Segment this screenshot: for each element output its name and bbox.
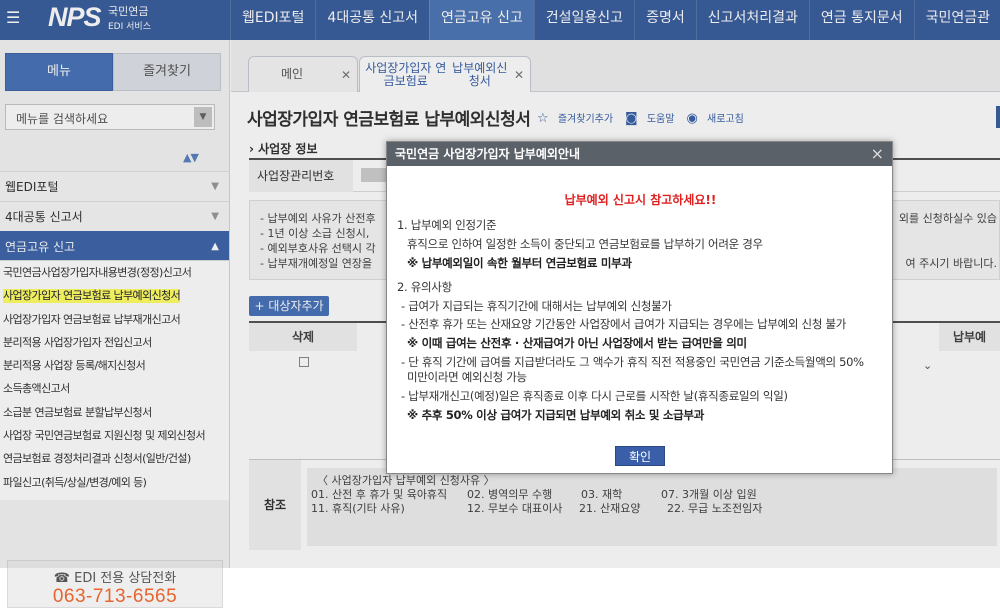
modal-text-bold: ※ 이때 급여는 산전후 · 산재급여가 아닌 사업장에서 받는 급여만을 의미 <box>407 336 747 350</box>
modal-text: - 단 휴직 기간에 급여를 지급받더라도 그 액수가 휴직 직전 적용중인 국… <box>401 355 864 369</box>
confirm-button[interactable]: 확인 <box>615 446 665 466</box>
contact-title: ☎ EDI 전용 상담전화 <box>53 571 177 586</box>
modal-text: 휴직으로 인하여 일정한 소득이 중단되고 연금보험료를 납부하기 어려운 경우 <box>407 237 763 251</box>
modal-text: - 납부재개신고(예정)일은 휴직종료 이후 다시 근로를 시작한 날(휴직종료… <box>401 389 788 403</box>
modal-text-bold: ※ 납부예외일이 속한 월부터 연금보험료 미부과 <box>407 256 632 270</box>
modal-text: - 급여가 지급되는 휴직기간에 대해서는 납부예외 신청불가 <box>401 299 672 313</box>
modal-text: 미만이라면 예외신청 가능 <box>407 370 527 384</box>
modal-text-bold: ※ 추후 50% 이상 급여가 지급되면 납부예외 취소 및 소급부과 <box>407 408 704 422</box>
modal-headline: 납부예외 신고시 참고하세요!! <box>564 193 717 207</box>
modal-title: 국민연금 사업장가입자 납부예외안내 <box>395 147 580 161</box>
modal-section-title: 2. 유의사항 <box>397 280 452 294</box>
modal-header: 국민연금 사업장가입자 납부예외안내 × <box>387 142 892 166</box>
modal-text: - 산전후 휴가 또는 산재요양 기간동안 사업장에서 급여가 지급되는 경우에… <box>401 317 847 331</box>
close-icon[interactable]: × <box>871 142 884 166</box>
notice-modal: 국민연금 사업장가입자 납부예외안내 × 납부예외 신고시 참고하세요!! 1.… <box>386 141 893 474</box>
modal-section-title: 1. 납부예외 인정기준 <box>397 218 497 232</box>
contact-number: 063-713-6565 <box>52 586 178 607</box>
